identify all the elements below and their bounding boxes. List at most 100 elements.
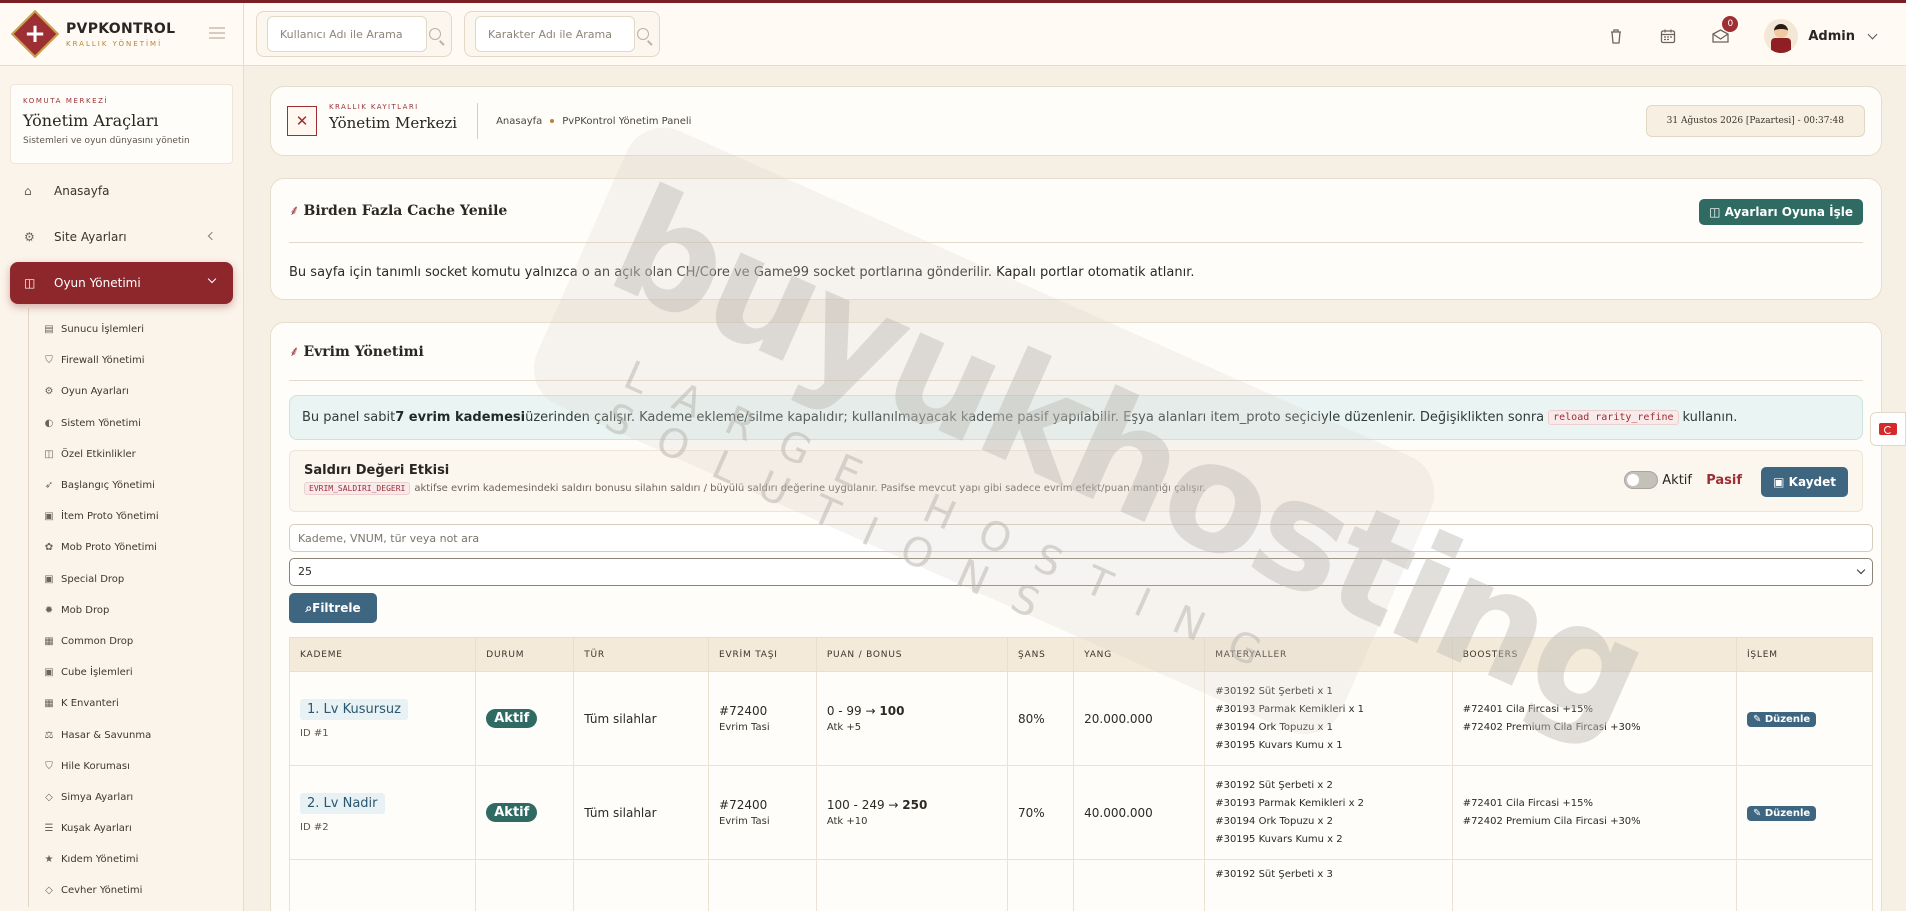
trash-icon[interactable] [1604,24,1628,48]
sliders-icon: ☰ [44,823,54,835]
sidebar-subitem[interactable]: ⚖ Hasar & Savunma [29,719,243,750]
paw-icon: ✿ [44,542,54,554]
status-badge: Aktif [486,803,538,822]
breadcrumb-home-link[interactable]: Anasayfa [496,116,542,127]
chance-value: 70% [1017,805,1045,820]
sidebar-subitem[interactable]: ☰ Kuşak Ayarları [29,813,243,844]
column-header[interactable]: MATERYALLER [1204,637,1453,672]
search-icon[interactable] [637,28,649,40]
sidebar-subitem-label: Simya Ayarları [61,791,134,803]
sidebar-subitem[interactable]: ▤ Sunucu İşlemleri [29,314,243,345]
sidebar-subitem[interactable]: ✿ Mob Proto Yönetimi [29,532,243,563]
sidebar-description: Sistemleri ve oyun dünyasını yönetin [23,136,190,146]
breadcrumb: ✕ KRALLIK KAYITLARI Yönetim Merkezi Anas… [270,86,1882,156]
attack-toggle-switch[interactable] [1624,471,1658,489]
brand-subtitle: KRALLIK YÖNETİMİ [66,39,163,48]
sidebar-subitem[interactable]: ▦ K Envanteri [29,688,243,719]
column-header[interactable]: EVRİM TAŞI [708,637,817,672]
sidebar-subitem[interactable]: ▦ Common Drop [29,626,243,657]
sidebar-subitem[interactable]: ◐ Sistem Yönetimi [29,408,243,439]
turkey-flag-icon [1879,423,1897,435]
chevron-down-icon[interactable] [1867,29,1878,39]
sidebar-subitem-label: Sistem Yönetimi [61,417,141,429]
sidebar-subitem[interactable]: ➶ Başlangıç Yönetimi [29,470,243,501]
cache-refresh-card: ⸙ Birden Fazla Cache Yenile ◫ Ayarları Oy… [270,178,1882,300]
score-value: 100 [879,704,905,718]
material-item: #30192 Süt Şerbeti x 3 [1215,869,1333,880]
stone-vnum: #72400 [719,798,768,812]
sidebar-subitem-label: Firewall Yönetimi [61,355,145,367]
apply-settings-button[interactable]: ◫ Ayarları Oyuna İşle [1699,199,1863,225]
material-item: #30192 Süt Şerbeti x 1 [1215,685,1333,697]
sidebar-subitem[interactable]: ▣ Cube İşlemleri [29,657,243,688]
sidebar-subitem[interactable]: ▣ Special Drop [29,564,243,595]
avatar[interactable] [1764,19,1799,53]
column-header[interactable]: DURUM [475,637,575,672]
gamepad-icon: ◫ [24,276,36,290]
table-row: 1. Lv Kusursuz ID #1 Aktif Tüm silahlar #724… [288,671,1874,766]
filter-search-input[interactable] [289,524,1873,552]
datetime-display: 31 Ağustos 2026 [Pazartesi] - 00:37:48 [1645,105,1865,137]
sidebar-item-oyun-yonetimi[interactable]: ◫ Oyun Yönetimi [10,262,233,304]
score-value: 250 [902,798,928,812]
brand[interactable]: + PVPKONTROL KRALLIK YÖNETİMİ [0,2,244,66]
sidebar-subitem[interactable]: ⚙ Oyun Ayarları [29,376,243,407]
page-size-select[interactable]: 25 [289,558,1873,586]
sidebar-item-site-ayarlari[interactable]: ⚙ Site Ayarları [10,216,233,258]
weapon-type: Tüm silahlar [584,711,657,726]
column-header[interactable]: TÜR [573,637,710,672]
sidebar-subitem[interactable]: ◇ Cevher Yönetimi [29,875,243,906]
main-content: ✕ KRALLIK KAYITLARI Yönetim Merkezi Anas… [244,66,1906,911]
search-icon: ⌕ [305,600,313,615]
edit-button[interactable]: ✎ Düzenle [1746,805,1817,821]
column-header[interactable]: ŞANS [1006,637,1075,672]
floppy-icon: ▣ [1773,475,1789,489]
column-header[interactable]: KADEME [288,637,477,672]
box-icon: ▣ [44,573,54,585]
sidebar-subitem[interactable]: ▣ İtem Proto Yönetimi [29,501,243,532]
column-header[interactable]: BOOSTERS [1451,637,1737,672]
close-icon[interactable]: ✕ [287,106,317,136]
sidebar-item-anasayfa[interactable]: ⌂ Anasayfa [10,170,233,212]
sidebar-subitem-label: Özel Etkinlikler [61,448,136,460]
user-search-box [256,11,452,57]
box-icon: ▣ [44,511,54,523]
yang-value: 20.000.000 [1084,711,1153,726]
column-header[interactable]: PUAN / BONUS [815,637,1008,672]
evrim-table: KADEME DURUM TÜR EVRİM TAŞI PUAN / BONUS ŞANS… [288,637,1874,911]
notification-badge: 0 [1722,16,1739,32]
sidebar-subitem[interactable]: ✹ Mob Drop [29,595,243,626]
user-search-input[interactable] [267,16,427,52]
column-header[interactable]: YANG [1073,637,1206,672]
cache-card-description: Bu sayfa için tanımlı socket komutu yaln… [289,265,1195,280]
booster-item: #72402 Premium Cila Fircasi +30% [1462,815,1641,827]
mail-icon[interactable]: 0 [1708,16,1739,48]
character-search-input[interactable] [475,16,635,52]
sidebar-subitem[interactable]: ◫ Özel Etkinlikler [29,439,243,470]
admin-name[interactable]: Admin [1808,29,1855,44]
sidebar-item-label: Site Ayarları [54,230,127,244]
gem-icon: ◇ [45,791,53,803]
table-row: #30192 Süt Şerbeti x 3 [288,859,1874,911]
sidebar-subitem[interactable]: ◇ Simya Ayarları [29,782,243,813]
table-icon: ▦ [44,635,54,647]
gear-icon: ⚙ [24,230,35,244]
filter-button[interactable]: ⌕ Filtrele [289,593,377,623]
calendar-icon[interactable] [1656,24,1680,48]
search-icon[interactable] [429,28,441,40]
column-header[interactable]: İŞLEM [1735,637,1874,672]
sidebar-subitem[interactable]: ★ Kıdem Yönetimi [29,844,243,875]
weapon-type: Tüm silahlar [584,805,657,820]
menu-toggle-icon[interactable] [209,26,225,39]
material-item: #30192 Süt Şerbeti x 2 [1215,779,1333,791]
language-flag-button[interactable] [1870,412,1906,446]
save-button[interactable]: ▣ Kaydet [1761,467,1848,497]
sidebar-subitem[interactable]: ⛉ Firewall Yönetimi [29,345,243,376]
attack-bonus: Atk +10 [826,816,868,827]
sidebar-subitem[interactable]: ⛉ Hile Koruması [29,751,243,782]
edit-button[interactable]: ✎ Düzenle [1746,711,1817,727]
gem-icon: ◇ [45,885,53,897]
chevron-left-icon [207,231,217,241]
sidebar-subitem-label: Hile Koruması [61,760,130,772]
magic-wand-icon: ⸙ [289,344,300,360]
